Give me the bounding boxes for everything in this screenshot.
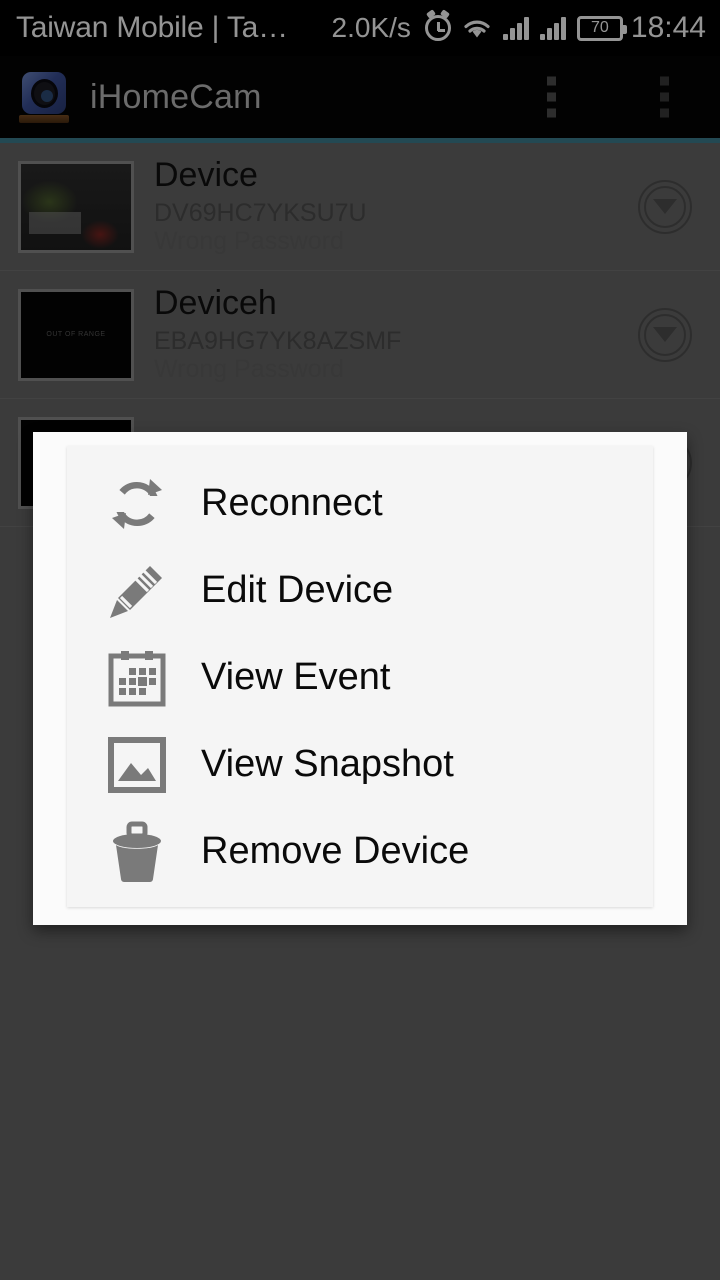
- dialog-panel: Reconnect Edit Device View Event View Sn…: [67, 446, 653, 907]
- menu-item-label: View Snapshot: [201, 743, 454, 785]
- device-name: Device: [154, 155, 258, 194]
- menu-item-view-snapshot[interactable]: View Snapshot: [67, 721, 653, 808]
- chevron-down-circle-icon[interactable]: [638, 179, 692, 234]
- room-snapshot-thumbnail[interactable]: [18, 160, 134, 253]
- signal-bars-icon-1: [502, 16, 529, 40]
- menu-item-edit-device[interactable]: Edit Device: [67, 547, 653, 634]
- refresh-icon: [99, 468, 175, 540]
- battery-level-label: 70: [591, 19, 609, 36]
- menu-item-label: Reconnect: [201, 482, 383, 524]
- phone-screen: Taiwan Mobile | Ta… 2.0K/s 70 18:44 iHom…: [0, 0, 720, 1280]
- menu-item-label: Remove Device: [201, 830, 470, 872]
- status-badge: Wrong Password: [154, 355, 344, 384]
- image-icon: [99, 729, 175, 801]
- menu-item-view-event[interactable]: View Event: [67, 634, 653, 721]
- status-bar: Taiwan Mobile | Ta… 2.0K/s 70 18:44: [0, 0, 720, 56]
- wifi-icon: [462, 16, 492, 40]
- signal-bars-icon-2: [539, 16, 566, 40]
- carrier-label: Taiwan Mobile | Ta…: [16, 11, 288, 44]
- menu-item-label: Edit Device: [201, 569, 394, 611]
- network-speed-label: 2.0K/s: [331, 12, 411, 43]
- clock-label: 18:44: [630, 11, 706, 44]
- app-title: iHomeCam: [90, 77, 262, 116]
- table-row[interactable]: Device DV69HC7YKSU7U Wrong Password: [0, 143, 720, 271]
- app-bar: iHomeCam: [0, 56, 720, 138]
- menu-item-label: View Event: [201, 656, 391, 698]
- overflow-menu-icon-2[interactable]: [649, 76, 679, 118]
- table-row[interactable]: OUT OF RANGE Deviceh EBA9HG7YK8AZSMF Wro…: [0, 271, 720, 399]
- thumbnail-overlay-text: OUT OF RANGE: [46, 331, 106, 338]
- chevron-down-circle-icon[interactable]: [638, 307, 692, 362]
- alarm-clock-icon: [424, 9, 451, 41]
- menu-item-remove-device[interactable]: Remove Device: [67, 808, 653, 895]
- calendar-icon: [99, 642, 175, 714]
- device-info: Device DV69HC7YKSU7U Wrong Password: [154, 157, 720, 256]
- overflow-menu-icon-1[interactable]: [536, 76, 566, 118]
- device-context-menu-dialog: Reconnect Edit Device View Event View Sn…: [33, 432, 687, 925]
- status-badge: Wrong Password: [154, 227, 344, 256]
- out-of-range-thumbnail[interactable]: OUT OF RANGE: [18, 288, 134, 381]
- pencil-icon: [99, 555, 175, 627]
- device-uid: DV69HC7YKSU7U: [154, 198, 367, 227]
- trash-icon: [99, 816, 175, 888]
- battery-icon: 70: [576, 15, 627, 41]
- device-info: Deviceh EBA9HG7YK8AZSMF Wrong Password: [154, 285, 720, 384]
- camera-app-logo-icon: [18, 71, 70, 123]
- device-name: Deviceh: [154, 283, 277, 322]
- menu-item-reconnect[interactable]: Reconnect: [67, 460, 653, 547]
- device-uid: EBA9HG7YK8AZSMF: [154, 326, 402, 355]
